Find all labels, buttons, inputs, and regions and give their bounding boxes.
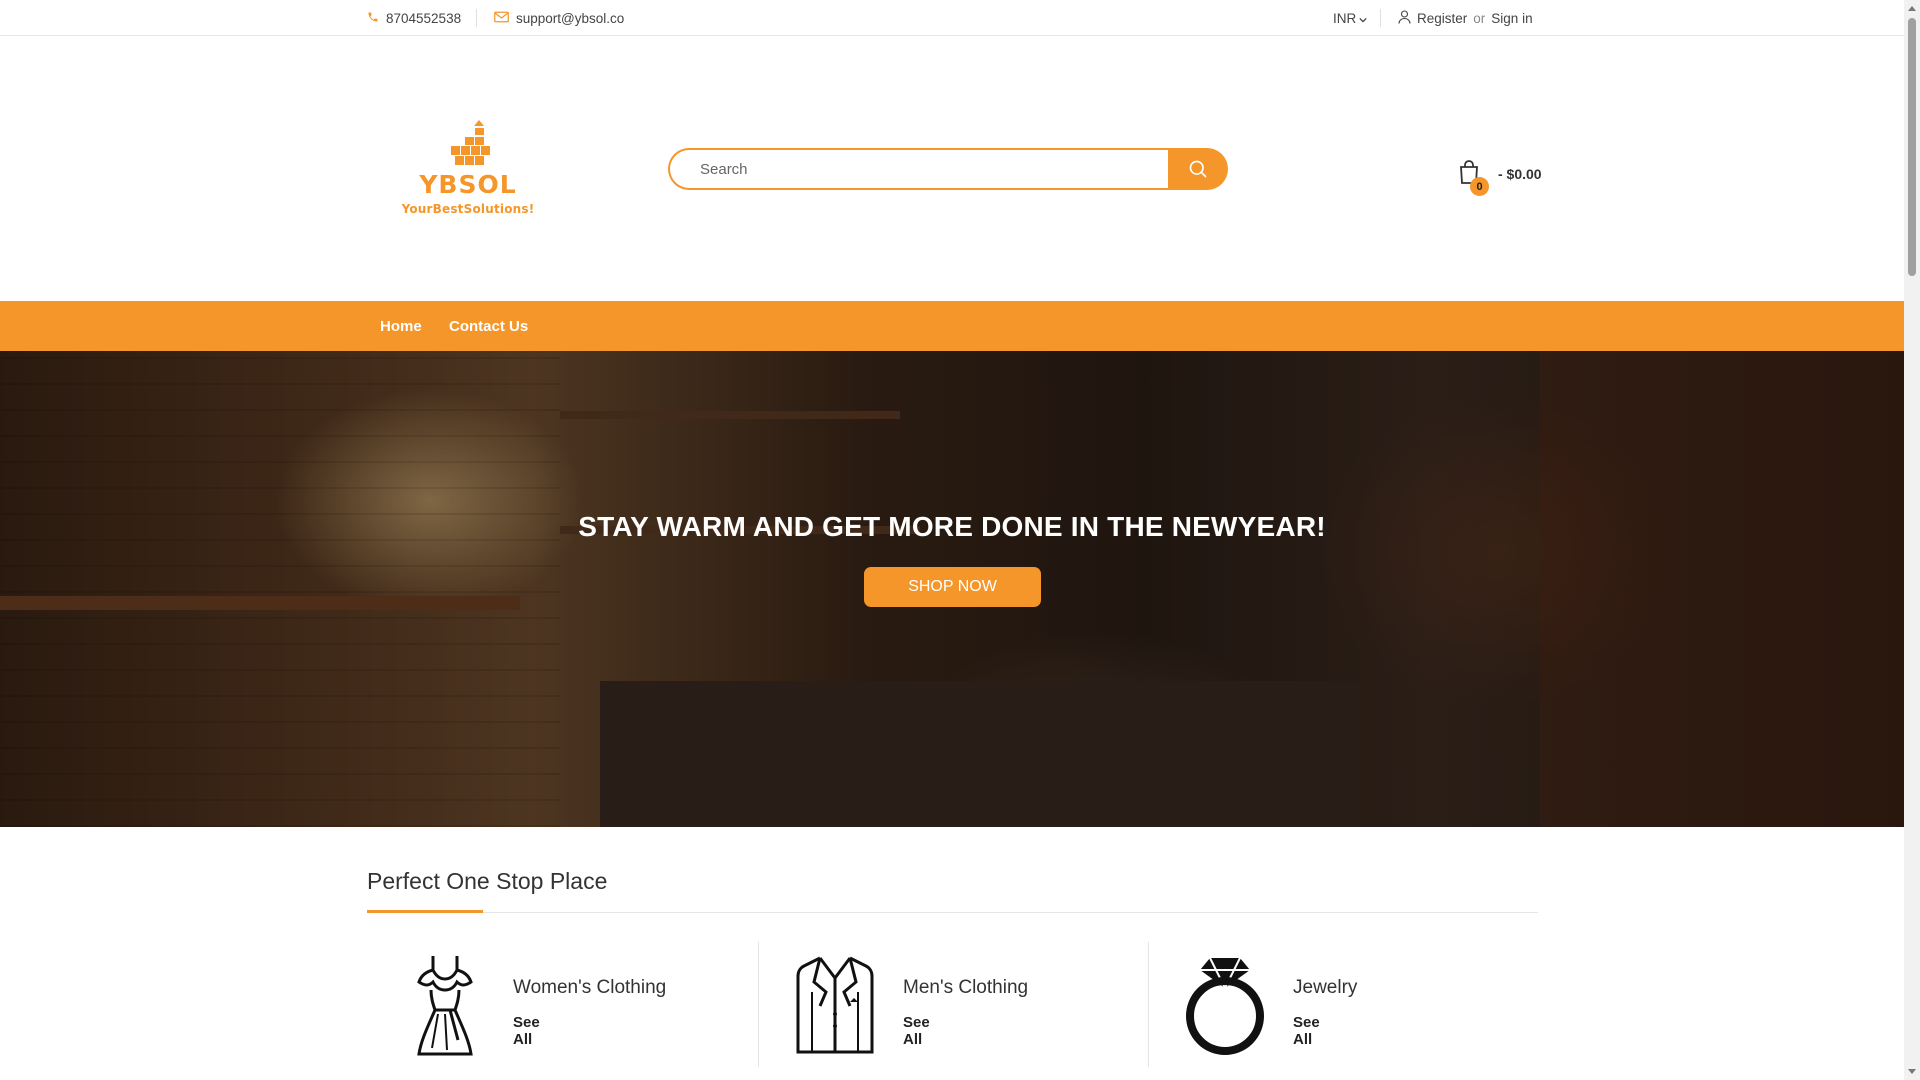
search-input[interactable] xyxy=(668,148,1170,190)
logo-blocks-icon xyxy=(451,120,490,165)
chevron-down-icon xyxy=(1359,11,1367,26)
nav-item-contact-us[interactable]: Contact Us xyxy=(449,301,528,351)
category-name: Jewelry xyxy=(1293,977,1358,998)
section-divider xyxy=(367,912,1538,913)
main-nav: Home Contact Us xyxy=(0,301,1904,351)
sign-in-link[interactable]: Sign in xyxy=(1491,11,1532,26)
phone-number: 8704552538 xyxy=(386,10,462,26)
section-accent-bar xyxy=(367,910,483,913)
hero-headline: STAY WARM AND GET MORE DONE IN THE NEWYE… xyxy=(578,511,1326,542)
scroll-down-icon[interactable] xyxy=(1908,1069,1916,1074)
header: YBSOL YourBestSolutions! 0 - $0.00 xyxy=(0,36,1904,300)
page: 8704552538 support@ybsol.co INR Register… xyxy=(0,0,1904,1080)
currency-label: INR xyxy=(1333,10,1357,26)
phone-contact[interactable]: 8704552538 xyxy=(367,0,461,36)
user-icon xyxy=(1398,9,1411,27)
shopping-bag-icon: 0 xyxy=(1458,159,1489,196)
cart-total: - $0.00 xyxy=(1498,166,1542,182)
suit-jacket-icon xyxy=(796,956,874,1054)
search-bar xyxy=(668,148,1228,190)
divider xyxy=(476,9,477,27)
see-all-link[interactable]: See All xyxy=(903,1014,930,1048)
dress-icon xyxy=(417,956,473,1056)
scroll-up-icon[interactable] xyxy=(1908,6,1916,11)
search-button[interactable] xyxy=(1168,148,1228,190)
logo-brand-text: YBSOL xyxy=(419,170,517,199)
currency-selector[interactable]: INR xyxy=(1333,0,1367,36)
category-name: Women's Clothing xyxy=(513,977,667,998)
see-all-link[interactable]: See All xyxy=(513,1014,540,1048)
hero-banner: STAY WARM AND GET MORE DONE IN THE NEWYE… xyxy=(0,351,1904,827)
site-logo[interactable]: YBSOL YourBestSolutions! xyxy=(382,120,554,224)
nav-item-home[interactable]: Home xyxy=(380,301,422,351)
or-text: or xyxy=(1473,10,1486,26)
email-address: support@ybsol.co xyxy=(516,10,625,26)
vertical-scrollbar[interactable] xyxy=(1904,0,1920,1080)
scrollbar-thumb[interactable] xyxy=(1908,18,1916,276)
phone-icon xyxy=(367,11,379,26)
divider xyxy=(1380,9,1381,27)
see-all-link[interactable]: See All xyxy=(1293,1014,1320,1048)
section-title: Perfect One Stop Place xyxy=(367,868,608,894)
account-links: Register or Sign in xyxy=(1398,0,1533,36)
top-bar: 8704552538 support@ybsol.co INR Register… xyxy=(0,0,1904,36)
cart-count-badge: 0 xyxy=(1470,177,1489,196)
email-contact[interactable]: support@ybsol.co xyxy=(494,0,624,36)
logo-tagline: YourBestSolutions! xyxy=(401,202,535,216)
diamond-ring-icon xyxy=(1186,957,1264,1055)
shop-now-button[interactable]: SHOP NOW xyxy=(864,567,1041,607)
category-divider xyxy=(1148,942,1149,1067)
register-link[interactable]: Register xyxy=(1417,11,1467,26)
category-name: Men's Clothing xyxy=(903,977,1029,998)
mail-icon xyxy=(494,11,509,26)
cart-summary[interactable]: 0 - $0.00 xyxy=(1458,154,1542,196)
category-divider xyxy=(758,942,759,1067)
search-icon xyxy=(1189,160,1207,178)
